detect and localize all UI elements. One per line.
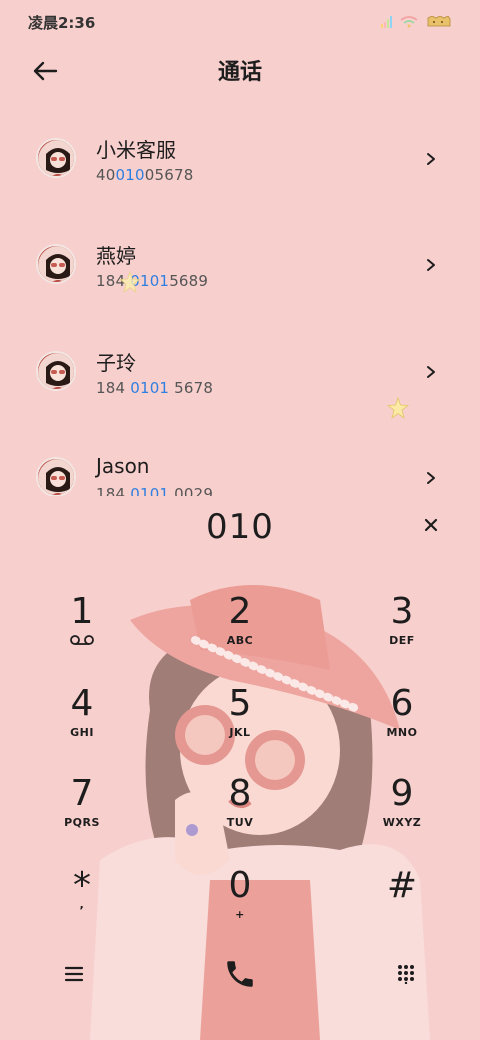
key-star[interactable]: * , [32,864,132,944]
key-7[interactable]: 7 PQRS [32,772,132,852]
key-hash[interactable]: # [352,864,452,944]
key-5[interactable]: 5 JKL [190,682,290,762]
key-digit: 2 [228,591,252,632]
menu-button[interactable] [54,954,94,994]
key-digit: 4 [70,683,94,724]
key-8[interactable]: 8 TUV [190,772,290,852]
key-letters: PQRS [64,816,100,829]
contact-name: 燕婷 [96,244,136,268]
key-digit: 1 [70,591,94,632]
contact-list: 小米客服 4001005678 燕婷 184 01015689 子玲 184 0… [0,100,480,496]
status-icons [381,16,452,28]
chevron-right-icon [427,366,435,378]
battery-icon [427,16,451,27]
key-letters: WXYZ [382,816,422,829]
phone-call-icon [227,961,253,987]
dial-input-display[interactable]: 010 [0,502,480,552]
contact-item[interactable]: 燕婷 184 01015689 [0,211,480,318]
star-decoration-icon [386,396,410,419]
contact-number: 184 01015689 [96,272,209,290]
key-digit: # [386,865,418,906]
key-1[interactable]: 1 [32,590,132,670]
contact-item[interactable]: Jason 184 0101 0029 [0,425,480,496]
status-bar: 凌晨2:36 [0,0,480,44]
contact-name: Jason [96,454,150,478]
close-icon [424,518,438,532]
contact-item[interactable]: 小米客服 4001005678 [0,104,480,211]
key-letters: TUV [226,816,254,829]
key-digit: 9 [390,773,414,814]
chevron-right-icon [427,153,435,165]
voicemail-icon [70,635,94,645]
key-letters: , [79,898,85,911]
key-letters: ABC [226,634,254,647]
call-button[interactable] [220,954,260,994]
contact-number: 184 0101 5678 [96,379,214,397]
contact-number: 4001005678 [96,166,194,184]
avatar [36,351,76,391]
key-4[interactable]: 4 GHI [32,682,132,762]
avatar [36,457,76,496]
key-6[interactable]: 6 MNO [352,682,452,762]
header: 通话 [0,44,480,96]
chevron-right-icon [427,259,435,271]
menu-icon [64,966,84,982]
key-digit: 3 [390,591,414,632]
back-button[interactable] [30,56,60,86]
key-digit: 0 [228,865,252,906]
key-2[interactable]: 2 ABC [190,590,290,670]
key-9[interactable]: 9 WXYZ [352,772,452,852]
contact-name: 小米客服 [96,138,176,162]
page-title: 通话 [217,60,262,85]
status-time: 凌晨2:36 [28,13,96,32]
keypad-toggle-button[interactable] [386,954,426,994]
key-0[interactable]: 0 + [190,864,290,944]
keypad-toggle-icon [398,965,414,984]
avatar [36,138,76,178]
wifi-icon [400,16,418,28]
star-decoration-icon [118,270,142,293]
clear-button[interactable] [418,512,444,538]
contact-number: 184 0101 0029 [96,485,214,496]
key-digit: 8 [228,773,252,814]
key-digit: 7 [70,773,94,814]
key-letters: GHI [70,726,94,739]
avatar [36,244,76,284]
key-digit: 5 [228,683,252,724]
key-letters: + [235,908,245,921]
key-letters: DEF [389,634,415,647]
key-letters: MNO [386,726,418,739]
key-3[interactable]: 3 DEF [352,590,452,670]
signal-icon [381,16,392,28]
key-letters: JKL [229,726,251,739]
arrow-left-icon [33,61,58,81]
dialed-number: 010 [206,507,274,547]
contact-name: 子玲 [96,351,136,375]
chevron-right-icon [427,472,435,484]
key-digit: 6 [390,683,414,724]
bottom-bar [0,950,480,1000]
